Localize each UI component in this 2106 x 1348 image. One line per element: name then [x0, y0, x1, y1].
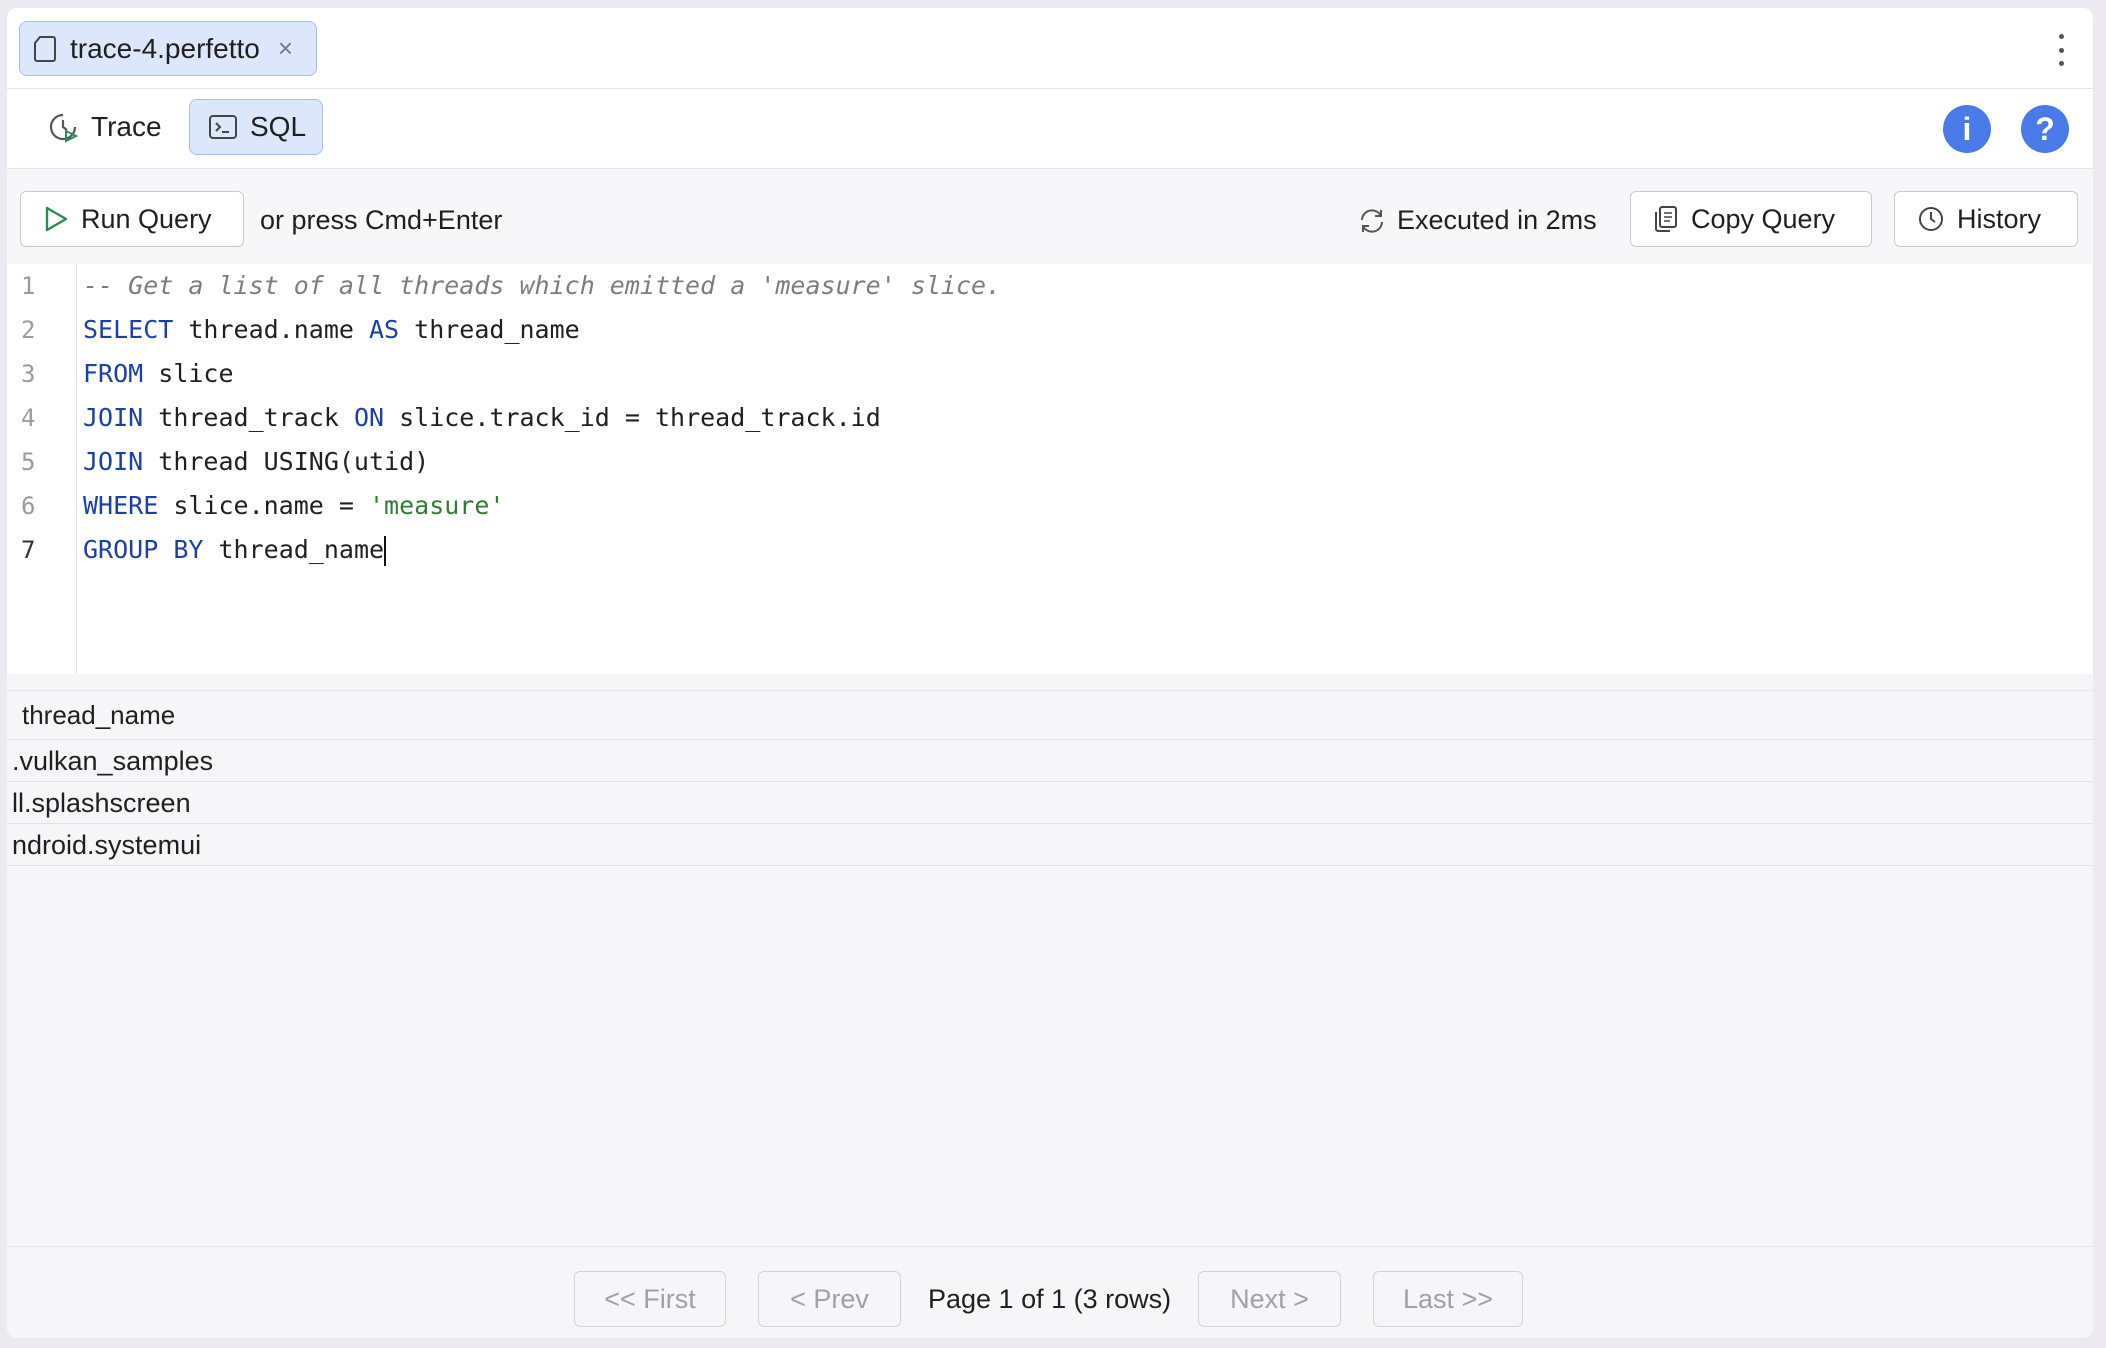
- code-line[interactable]: SELECT thread.name AS thread_name: [83, 308, 1001, 352]
- line-number: 4: [21, 404, 36, 432]
- history-button[interactable]: History: [1894, 191, 2078, 247]
- code-area[interactable]: -- Get a list of all threads which emitt…: [83, 264, 1001, 572]
- next-page-button[interactable]: Next >: [1198, 1271, 1341, 1327]
- code-line[interactable]: FROM slice: [83, 352, 1001, 396]
- pagination-bar: << First < Prev Page 1 of 1 (3 rows) Nex…: [7, 1246, 2093, 1338]
- code-line[interactable]: JOIN thread USING(utid): [83, 440, 1001, 484]
- copy-query-button[interactable]: Copy Query: [1630, 191, 1872, 247]
- execution-time: Executed in 2ms: [1397, 205, 1597, 235]
- mode-bar: Trace SQL i ?: [7, 89, 2093, 169]
- run-query-label: Run Query: [81, 203, 212, 234]
- execution-status: Executed in 2ms: [1357, 205, 1597, 236]
- copy-query-label: Copy Query: [1691, 203, 1836, 234]
- line-number: 6: [21, 492, 36, 520]
- app-window: trace-4.perfetto × Trace SQL i ? Run Que…: [7, 8, 2093, 1338]
- run-query-button[interactable]: Run Query: [20, 191, 244, 247]
- tab-trace-label: Trace: [91, 111, 162, 142]
- page-info: Page 1 of 1 (3 rows): [928, 1284, 1172, 1314]
- info-button[interactable]: i: [1943, 105, 1991, 153]
- refresh-icon: [1357, 206, 1387, 236]
- more-options-icon[interactable]: [2051, 30, 2071, 70]
- tab-sql-label: SQL: [250, 111, 307, 142]
- file-tab-label: trace-4.perfetto: [70, 32, 260, 64]
- tab-sql[interactable]: SQL: [189, 99, 323, 155]
- table-row[interactable]: ll.splashscreen: [7, 782, 2093, 824]
- results-panel: thread_name .vulkan_samples ll.splashscr…: [7, 674, 2093, 1254]
- close-icon[interactable]: ×: [278, 33, 293, 64]
- sql-editor[interactable]: 1 2 3 4 5 6 7 -- Get a list of all threa…: [7, 264, 2093, 674]
- line-number: 3: [21, 360, 36, 388]
- play-icon: [43, 205, 69, 233]
- line-number: 2: [21, 316, 36, 344]
- code-line[interactable]: GROUP BY thread_name: [83, 528, 1001, 572]
- clock-icon: [1917, 205, 1945, 233]
- query-toolbar: Run Query or press Cmd+Enter Executed in…: [7, 169, 2093, 264]
- copy-icon: [1653, 205, 1679, 233]
- help-icon: ?: [2035, 110, 2055, 147]
- file-icon: [34, 35, 56, 63]
- file-tab[interactable]: trace-4.perfetto ×: [19, 21, 317, 76]
- tab-trace[interactable]: Trace: [29, 99, 180, 155]
- line-number: 1: [21, 272, 36, 300]
- prev-page-button[interactable]: < Prev: [758, 1271, 901, 1327]
- terminal-icon: [208, 113, 238, 141]
- tab-strip: trace-4.perfetto ×: [7, 8, 2093, 89]
- table-row[interactable]: .vulkan_samples: [7, 740, 2093, 782]
- first-page-button[interactable]: << First: [574, 1271, 726, 1327]
- history-label: History: [1957, 203, 2042, 234]
- table-row[interactable]: ndroid.systemui: [7, 824, 2093, 866]
- help-button[interactable]: ?: [2021, 105, 2069, 153]
- line-number: 5: [21, 448, 36, 476]
- code-line[interactable]: WHERE slice.name = 'measure': [83, 484, 1001, 528]
- text-cursor: [384, 536, 387, 566]
- line-number-gutter: 1 2 3 4 5 6 7: [7, 264, 77, 674]
- line-number: 7: [21, 536, 36, 564]
- column-header-thread-name[interactable]: thread_name: [7, 690, 2093, 740]
- shortcut-hint: or press Cmd+Enter: [260, 205, 503, 235]
- info-icon: i: [1962, 110, 1972, 147]
- code-line[interactable]: -- Get a list of all threads which emitt…: [83, 264, 1001, 308]
- last-page-button[interactable]: Last >>: [1373, 1271, 1523, 1327]
- trace-icon: [47, 111, 79, 143]
- code-line[interactable]: JOIN thread_track ON slice.track_id = th…: [83, 396, 1001, 440]
